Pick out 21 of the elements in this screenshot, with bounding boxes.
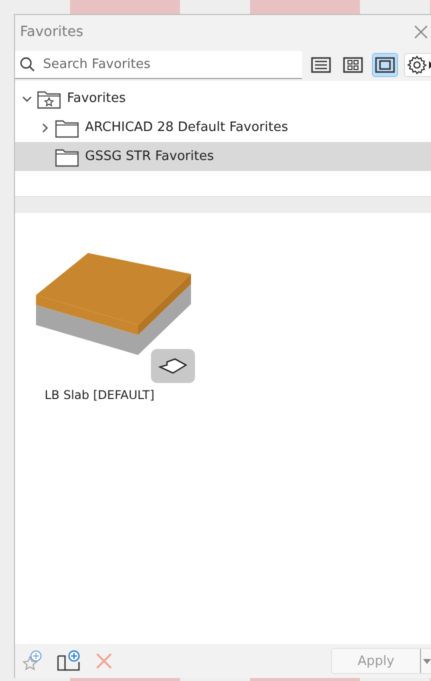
new-folder-icon[interactable] — [57, 650, 81, 672]
tree-item[interactable]: ARCHICAD 28 Default Favorites — [15, 113, 431, 142]
search-icon — [20, 57, 35, 72]
window-title: Favorites — [20, 24, 84, 40]
search-input[interactable]: Search Favorites — [41, 56, 285, 73]
settings-icon — [407, 55, 431, 75]
tree-item[interactable]: Favorites — [15, 84, 431, 113]
star-folder-icon — [37, 88, 61, 108]
folder-icon — [55, 118, 79, 138]
search-field[interactable]: Search Favorites — [15, 51, 302, 79]
list-view-icon — [311, 57, 331, 73]
folder-icon — [55, 146, 79, 166]
slab-tool-icon — [151, 349, 195, 383]
star-add-icon[interactable] — [21, 650, 43, 672]
favorite-item-label[interactable]: LB Slab [DEFAULT] — [44, 388, 154, 402]
preview-view-icon — [375, 57, 395, 73]
tree-item[interactable]: GSSG STR Favorites — [15, 142, 431, 171]
close-icon[interactable] — [414, 25, 428, 39]
settings-button[interactable] — [404, 53, 431, 77]
view-mode-button[interactable] — [372, 53, 398, 77]
grid-view-icon — [343, 57, 363, 73]
